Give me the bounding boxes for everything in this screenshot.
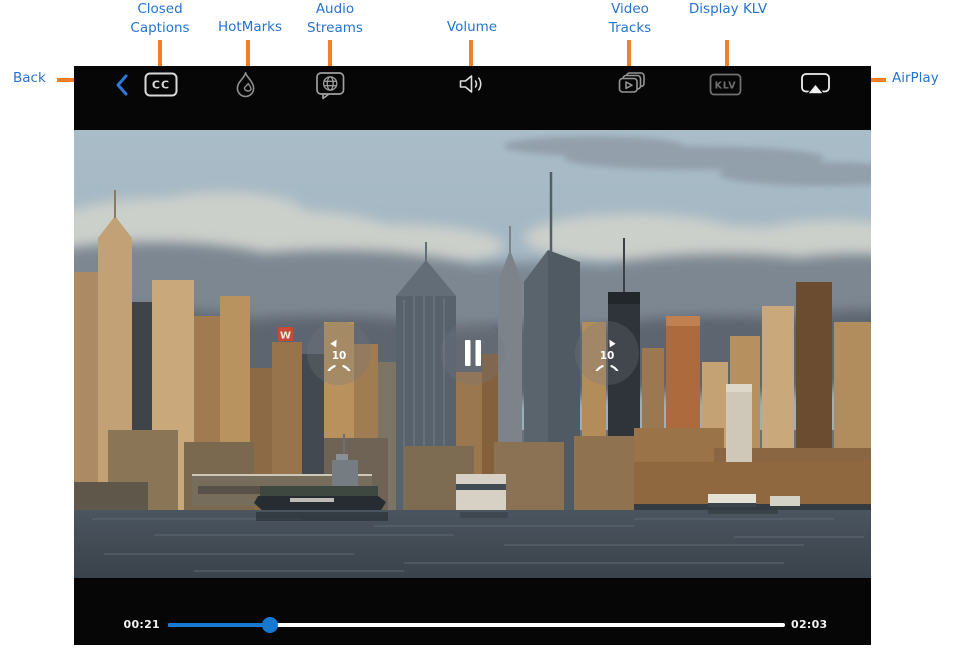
video-tracks-connector [627,40,631,66]
svg-text:10: 10 [600,350,615,362]
back-button[interactable] [115,73,129,97]
pause-icon [462,338,484,368]
video-tracks-icon [616,71,647,98]
svg-text:KLV: KLV [715,81,737,92]
elapsed-time: 00:21 [104,618,160,632]
progress-track[interactable] [168,623,785,627]
total-time: 02:03 [791,618,828,632]
display-klv-label: Display KLV [688,0,768,19]
svg-text:10: 10 [332,350,347,362]
video-tracks-button[interactable] [616,71,647,98]
hotmarks-button[interactable] [234,71,256,98]
closed-captions-connector [158,40,162,66]
hotmarks-icon [234,71,256,98]
skip-forward-button[interactable]: 10 [575,321,639,385]
closed-captions-icon: CC [144,72,178,97]
volume-icon [458,73,485,95]
figure: Closed Captions HotMarks Audio Streams V… [0,0,968,664]
skip-back-button[interactable]: 10 [307,321,371,385]
video-tracks-label: Video Tracks [590,0,670,38]
airplay-button[interactable] [800,72,831,97]
closed-captions-button[interactable]: CC [144,72,178,97]
display-klv-button[interactable]: KLV [709,73,742,96]
airplay-label: AirPlay [892,69,939,88]
klv-icon: KLV [709,73,742,96]
back-chevron-icon [115,73,129,97]
volume-button[interactable] [458,73,485,95]
progress-thumb[interactable] [262,617,278,633]
skip-forward-10-icon: 10 [590,335,624,371]
audio-streams-label: Audio Streams [295,0,375,38]
display-klv-connector [725,40,729,66]
audio-streams-button[interactable] [315,71,346,100]
hotmarks-connector [246,40,250,66]
pause-button[interactable] [441,321,505,385]
svg-text:W: W [280,331,291,342]
audio-streams-icon [315,71,346,100]
volume-label: Volume [432,18,512,37]
progress-fill [168,623,270,627]
hotmarks-label: HotMarks [210,18,290,37]
volume-connector [469,40,473,66]
svg-text:CC: CC [152,79,170,92]
closed-captions-label: Closed Captions [120,0,200,38]
airplay-icon [800,72,831,97]
back-label: Back [13,69,46,88]
skip-back-10-icon: 10 [322,335,356,371]
audio-streams-connector [328,40,332,66]
video-player: CC [74,66,871,645]
